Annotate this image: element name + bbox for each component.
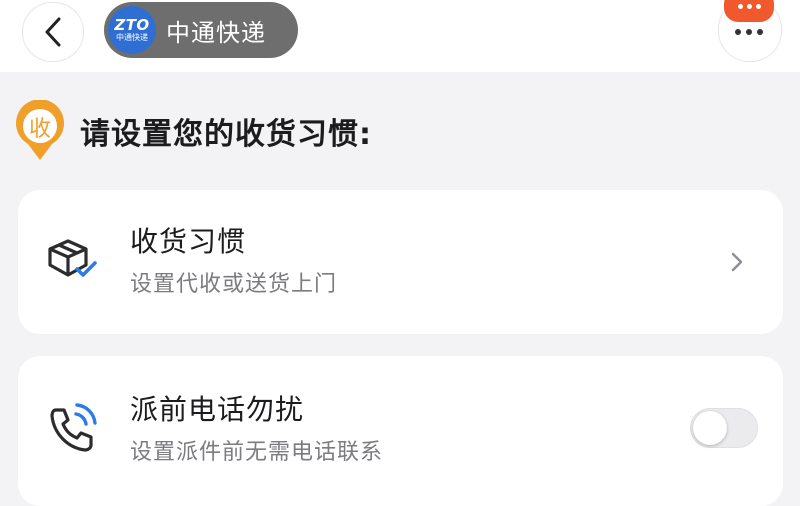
logo-text: ZTO (114, 16, 150, 34)
notification-badge (724, 0, 774, 22)
page-title: 请设置您的收货习惯: (80, 117, 372, 152)
top-bar: ZTO 中通快递 中通快递 (0, 0, 800, 72)
logo-subtext: 中通快递 (116, 33, 148, 42)
pin-label: 收 (28, 117, 51, 142)
pin-icon: 收 (14, 99, 66, 162)
back-button[interactable] (22, 2, 84, 62)
brand-pill[interactable]: ZTO 中通快递 中通快递 (104, 2, 298, 58)
zto-logo: ZTO 中通快递 (108, 6, 156, 54)
delivery-habit-row[interactable]: 收货习惯 设置代收或送货上门 (18, 190, 783, 334)
setting-title: 收货习惯 (130, 225, 247, 258)
more-dots-icon (735, 29, 763, 35)
chevron-right-icon (731, 252, 743, 272)
section-title: 收 请设置您的收货习惯: (14, 99, 372, 162)
no-call-toggle[interactable] (690, 408, 758, 448)
phone-ringing-icon (50, 403, 97, 452)
no-call-row: 派前电话勿扰 设置派件前无需电话联系 (18, 356, 783, 506)
brand-name: 中通快递 (166, 18, 266, 47)
package-check-icon (48, 239, 97, 277)
setting-title: 派前电话勿扰 (130, 393, 305, 426)
setting-subtitle: 设置代收或送货上门 (130, 272, 338, 297)
toggle-knob (693, 411, 727, 445)
chevron-left-icon (45, 17, 61, 47)
setting-subtitle: 设置派件前无需电话联系 (130, 440, 384, 465)
